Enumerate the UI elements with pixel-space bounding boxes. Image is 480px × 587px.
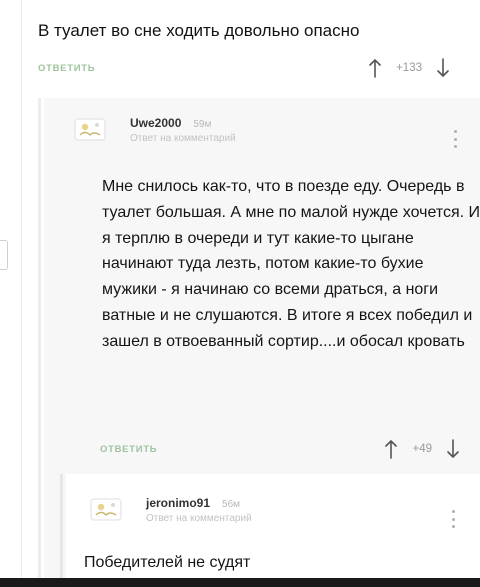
comment-text: Победителей не судят [84, 554, 251, 571]
kebab-menu-icon[interactable] [450, 510, 456, 528]
reply-to-link[interactable]: Ответ на комментарий [146, 513, 252, 524]
screen-edge [0, 578, 480, 587]
avatar-icon[interactable] [74, 116, 106, 142]
timestamp: 56м [222, 499, 241, 510]
top-comment-actions: ОТВЕТИТЬ +133 [38, 57, 458, 79]
vote-controls: +133 [368, 57, 450, 79]
username[interactable]: jeronimo91 [146, 496, 210, 510]
kebab-menu-icon[interactable] [452, 130, 458, 148]
thread-line[interactable] [38, 98, 41, 587]
vote-controls: +49 [384, 438, 460, 460]
avatar-icon[interactable] [90, 496, 122, 522]
timestamp: 59м [193, 119, 212, 130]
nested-comment: jeronimo91 56м Ответ на комментарий Побе… [66, 474, 480, 587]
comment-text: Мне снилось как-то, что в поезде еду. Оч… [102, 178, 480, 350]
score: +133 [396, 62, 422, 74]
top-comment-text: В туалет во сне ходить довольно опасно [38, 21, 360, 40]
top-comment: В туалет во сне ходить довольно опасно О… [38, 20, 458, 78]
left-thread-rail [0, 0, 22, 587]
reply-button[interactable]: ОТВЕТИТЬ [100, 444, 157, 455]
comment-meta: jeronimo91 56м Ответ на комментарий [146, 496, 252, 524]
reply-comment-actions: ОТВЕТИТЬ +49 [100, 438, 460, 460]
score: +49 [412, 443, 432, 455]
reply-to-link[interactable]: Ответ на комментарий [130, 133, 236, 144]
comment-meta: Uwe2000 59м Ответ на комментарий [130, 116, 236, 144]
nested-thread-line[interactable] [60, 474, 63, 587]
username[interactable]: Uwe2000 [130, 116, 181, 130]
comment-header: Uwe2000 59м Ответ на комментарий [74, 116, 236, 144]
arrow-down-icon[interactable] [446, 439, 460, 459]
comment-header: jeronimo91 56м Ответ на комментарий [90, 496, 252, 524]
reply-button[interactable]: ОТВЕТИТЬ [38, 63, 95, 74]
collapse-handle[interactable] [0, 240, 8, 270]
arrow-up-icon[interactable] [384, 439, 398, 459]
arrow-down-icon[interactable] [436, 58, 450, 78]
arrow-up-icon[interactable] [368, 58, 382, 78]
